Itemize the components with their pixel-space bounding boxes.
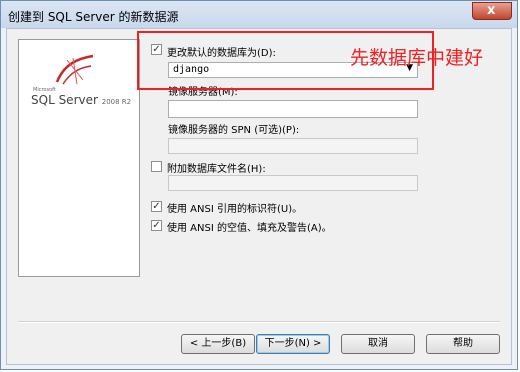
mirror-server-input[interactable] [168, 100, 418, 118]
help-button[interactable]: 帮助 [426, 334, 500, 354]
sql-server-logo-icon [55, 54, 94, 85]
ansi-quoted-checkbox[interactable]: ✓ [151, 201, 162, 212]
close-button[interactable]: x [472, 2, 512, 20]
attach-db-file-input[interactable] [168, 175, 418, 191]
ansi-quoted-label: 使用 ANSI 引用的标识符(U)。 [167, 204, 303, 215]
ansi-nulls-label: 使用 ANSI 的空值、填充及警告(A)。 [167, 223, 332, 234]
attach-db-label: 附加数据库文件名(H): [167, 164, 266, 175]
cancel-button[interactable]: 取消 [341, 334, 415, 354]
logo-version: 2008 R2 [101, 98, 132, 106]
window-title: 创建到 SQL Server 的新数据源 [8, 10, 179, 24]
logo-product-name: SQL Server [31, 93, 98, 107]
next-button[interactable]: 下一步(N) > [256, 334, 330, 354]
mirror-spn-input[interactable] [168, 138, 418, 154]
logo-panel: Microsoft SQL Server 2008 R2 [18, 39, 140, 277]
back-button[interactable]: < 上一步(B) [181, 334, 255, 354]
title-bar: 创建到 SQL Server 的新数据源 x [1, 1, 517, 28]
close-icon: x [487, 3, 496, 18]
attach-db-checkbox[interactable] [151, 161, 162, 172]
divider [18, 321, 500, 323]
logo-product-text: SQL Server 2008 R2 [31, 93, 131, 107]
annotation-text: 先数据库中建好 [350, 47, 484, 69]
mirror-spn-label: 镜像服务器的 SPN (可选)(P): [168, 125, 300, 136]
ansi-nulls-checkbox[interactable]: ✓ [151, 220, 162, 231]
